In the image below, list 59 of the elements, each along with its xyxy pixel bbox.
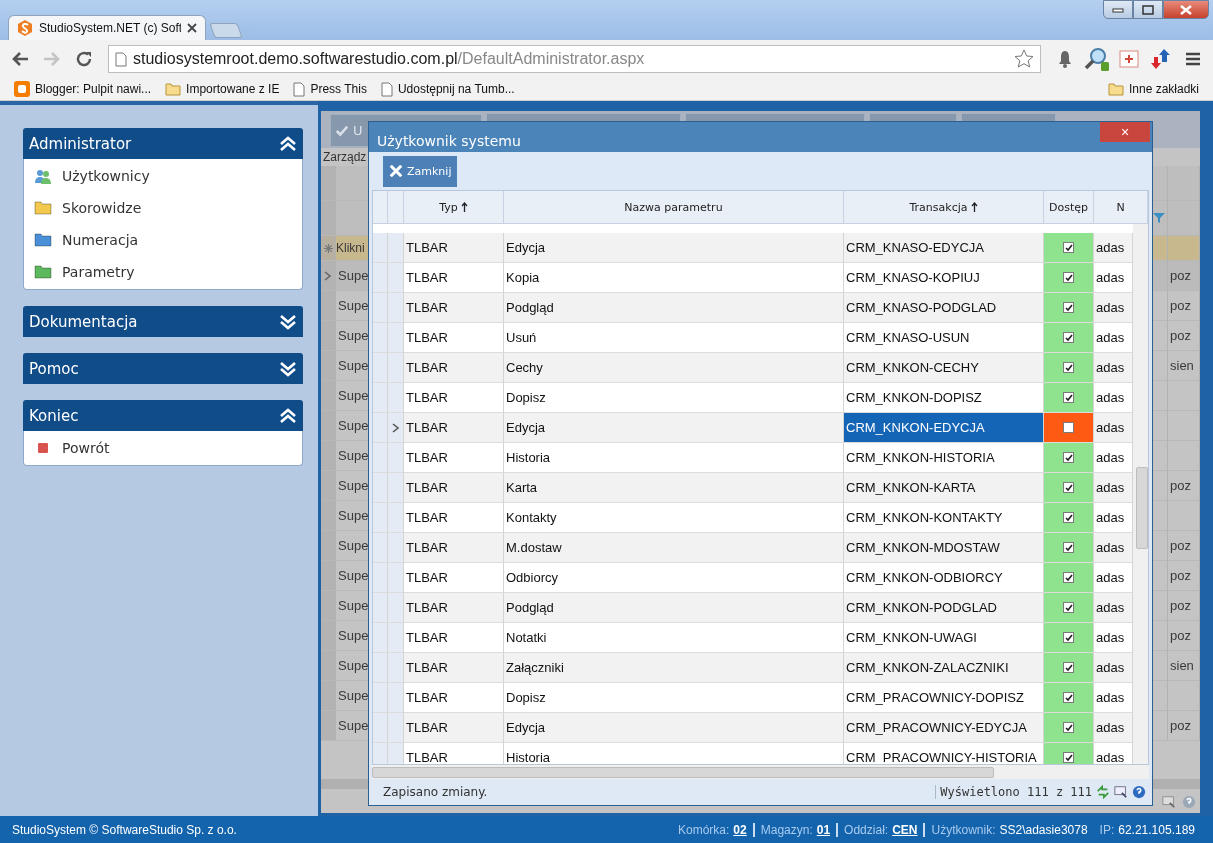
table-cell: TLBAR [404,293,504,323]
field-label: Komórka: [678,823,730,837]
table-cell: Edycja [504,713,844,743]
table-cell: poz [1170,598,1191,613]
table-cell: sien [1170,358,1194,373]
table-cell: Edycja [504,233,844,263]
table-cell: Supe [338,688,369,703]
table-cell: Supe [338,628,369,643]
table-cell: TLBAR [404,473,504,503]
table-cell: TLBAR [404,533,504,563]
table-cell: Supe [338,718,369,733]
section-label: Zarządz [323,150,367,164]
table-cell: TLBAR [404,653,504,683]
table-cell: M.dostaw [504,533,844,563]
field-label: IP: [1099,823,1115,837]
table-cell: poz [1170,718,1191,733]
table-cell: Supe [338,448,369,463]
url-host: studiosystemroot.demo.softwarestudio.com.pl [133,50,458,68]
table-cell: Załączniki [504,653,844,683]
field-label: Magazyn: [760,823,813,837]
field-label: Użytkownik: [931,823,996,837]
table-cell: poz [1170,628,1191,643]
table-cell: sien [1170,658,1194,673]
dialog-title: Użytkownik systemu [376,133,521,151]
table-cell: Supe [338,598,369,613]
table-cell: Cechy [504,353,844,383]
table-cell: TLBAR [404,713,504,743]
table-cell: Supe [338,328,369,343]
table-cell: TLBAR [404,593,504,623]
table-cell: Supe [338,268,369,283]
table-cell: Supe [338,298,369,313]
table-cell: poz [1170,478,1191,493]
table-cell: Supe [338,538,369,553]
table-cell: poz [1170,538,1191,553]
field-value: 62.21.105.189 [1118,823,1195,837]
table-cell: Supe [338,508,369,523]
table-cell: Edycja [504,413,844,443]
table-cell: TLBAR [404,233,504,263]
table-cell: poz [1170,328,1191,343]
table-cell: Karta [504,473,844,503]
table-cell: poz [1170,568,1191,583]
table-cell: Supe [338,358,369,373]
field-value: SS2\adasie3078 [999,823,1088,837]
table-cell: TLBAR [404,353,504,383]
url-path: /DefaultAdministrator.aspx [457,50,645,68]
table-cell: poz [1170,268,1191,283]
record-count: Wyświetlono 111 z 111 [935,785,1096,799]
table-cell: Supe [338,568,369,583]
table-cell: Supe [338,418,369,433]
table-cell: Supe [338,388,369,403]
copyright-text: StudioSystem © SoftwareStudio Sp. z o.o. [12,823,237,837]
table-cell: TLBAR [404,413,504,443]
status-message: Zapisano zmiany. [383,785,489,799]
table-cell: Supe [338,658,369,673]
table-cell: Podgląd [504,293,844,323]
field-label: Oddział: [844,823,889,837]
table-cell: Podgląd [504,593,844,623]
table-cell: poz [1170,298,1191,313]
table-cell: Supe [338,478,369,493]
